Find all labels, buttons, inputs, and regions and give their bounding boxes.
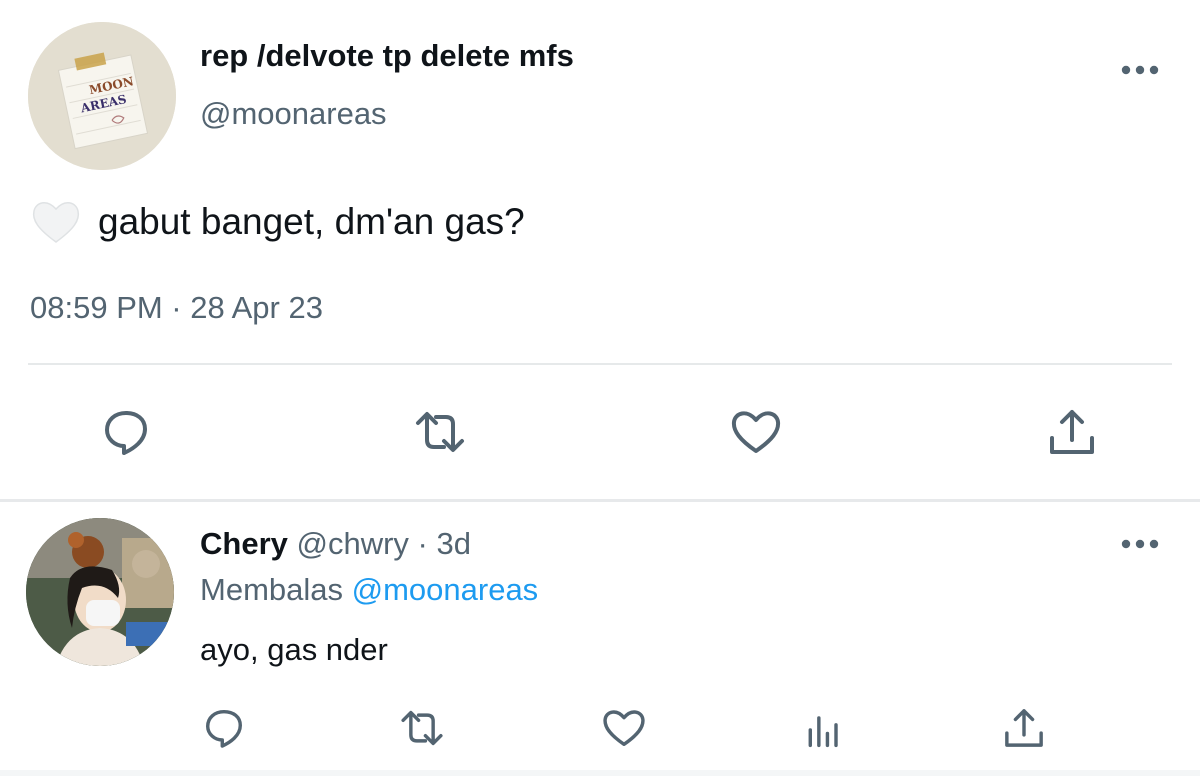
- white-heart-emoji-icon: [32, 202, 80, 243]
- like-icon[interactable]: [598, 702, 650, 754]
- author-handle[interactable]: @moonareas: [200, 96, 387, 132]
- avatar-image: MOON AREAS: [28, 22, 176, 170]
- like-icon[interactable]: [726, 402, 786, 462]
- reply-tweet: Chery @chwry · 3d Membalas @moonareas ay…: [0, 502, 1200, 776]
- author-display-name[interactable]: rep /delvote tp delete mfs: [200, 38, 574, 74]
- replying-to-label: Membalas: [200, 572, 343, 607]
- retweet-icon[interactable]: [410, 402, 470, 462]
- reply-more-options-icon[interactable]: [1116, 530, 1164, 558]
- replying-to: Membalas @moonareas: [200, 572, 538, 608]
- retweet-icon[interactable]: [396, 702, 448, 754]
- reply-author-meta[interactable]: @chwry · 3d: [297, 526, 471, 561]
- reply-icon[interactable]: [96, 402, 156, 462]
- share-icon[interactable]: [1042, 402, 1102, 462]
- reply-header: Chery @chwry · 3d: [200, 526, 471, 562]
- avatar[interactable]: MOON AREAS: [28, 22, 176, 170]
- reply-avatar-image: [26, 518, 174, 666]
- analytics-icon[interactable]: [798, 704, 850, 756]
- more-options-icon[interactable]: [1116, 56, 1164, 84]
- reply-author-name[interactable]: Chery: [200, 526, 288, 561]
- bottom-separator: [0, 770, 1200, 776]
- main-tweet: MOON AREAS rep /delvote tp delete mfs @m…: [0, 0, 1200, 500]
- reply-icon[interactable]: [198, 702, 250, 754]
- reply-avatar[interactable]: [26, 518, 174, 666]
- replying-to-mention[interactable]: @moonareas: [352, 572, 539, 607]
- divider: [28, 363, 1172, 365]
- tweet-body: gabut banget, dm'an gas?: [98, 201, 525, 242]
- tweet-timestamp[interactable]: 08:59 PM · 28 Apr 23: [30, 290, 323, 326]
- share-icon[interactable]: [998, 702, 1050, 754]
- tweet-text: gabut banget, dm'an gas?: [30, 196, 525, 248]
- reply-text: ayo, gas nder: [200, 632, 388, 667]
